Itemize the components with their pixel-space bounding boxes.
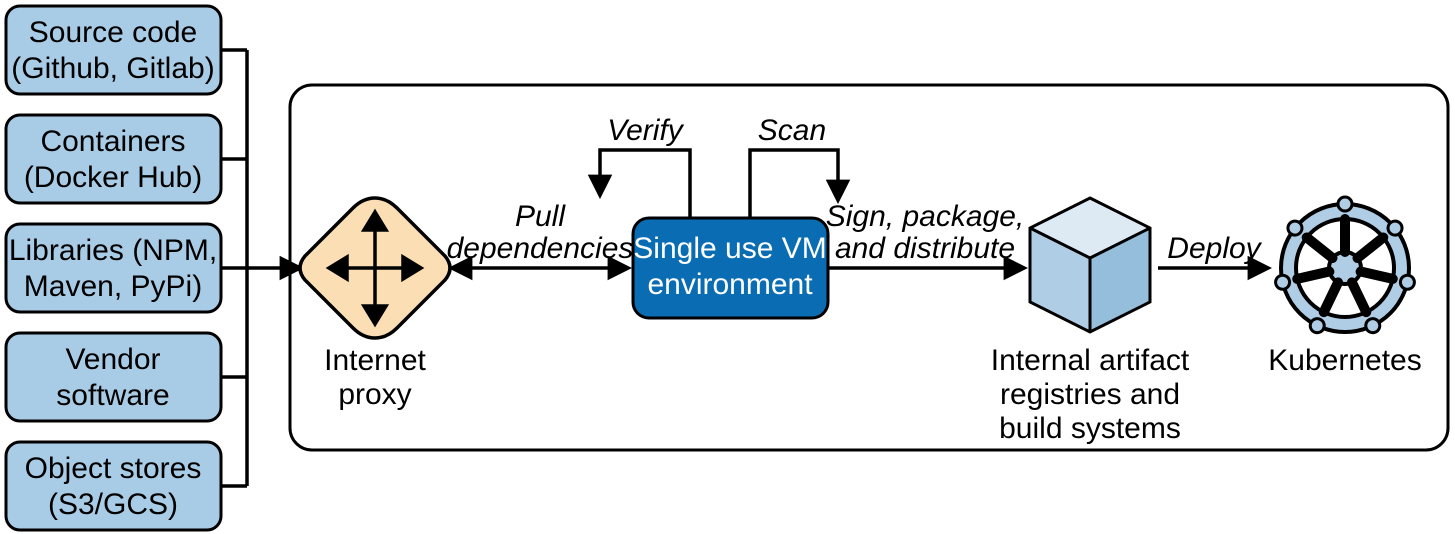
registry-label-1: Internal artifact — [991, 344, 1190, 377]
artifact-cube: Internal artifact registries and build s… — [991, 198, 1190, 445]
k8s-label: Kubernetes — [1268, 344, 1421, 377]
kubernetes-wheel-icon — [1274, 197, 1416, 335]
verify-loop: Verify — [600, 114, 690, 218]
deploy-label: Deploy — [1167, 232, 1262, 265]
registry-label-3: build systems — [999, 412, 1181, 445]
source-box: Libraries (NPM, Maven, PyPi) — [6, 224, 221, 312]
source-label-line1: Libraries (NPM, — [9, 234, 217, 267]
source-label-line2: (S3/GCS) — [48, 488, 178, 521]
source-label-line2: (Github, Gitlab) — [11, 52, 214, 85]
registry-label-2: registries and — [1000, 378, 1180, 411]
pull-label-1: Pull — [515, 200, 566, 233]
source-label-line2: (Docker Hub) — [24, 161, 202, 194]
sign-label-2: and distribute — [835, 232, 1015, 265]
proxy-label-2: proxy — [338, 378, 411, 411]
scan-label: Scan — [758, 114, 826, 147]
source-label-line1: Vendor — [65, 343, 160, 376]
vm-label-2: environment — [647, 268, 813, 301]
vm-label-1: Single use VM — [633, 232, 826, 265]
vm-box: Single use VM environment — [633, 218, 828, 318]
source-box: Object stores (S3/GCS) — [6, 442, 221, 530]
source-label-line1: Source code — [29, 16, 197, 49]
source-box: Vendor software — [6, 333, 221, 421]
source-boxes: Source code (Github, Gitlab) Containers … — [6, 6, 221, 530]
proxy-label-1: Internet — [324, 344, 426, 377]
pull-label-2: dependencies — [447, 232, 634, 265]
internet-proxy: Internet proxy — [300, 198, 450, 411]
bracket-connector — [221, 50, 300, 486]
source-box: Source code (Github, Gitlab) — [6, 6, 221, 94]
sign-label-1: Sign, package, — [826, 200, 1024, 233]
source-label-line2: Maven, PyPi) — [24, 270, 202, 303]
source-label-line1: Object stores — [25, 452, 202, 485]
source-label-line1: Containers — [40, 125, 185, 158]
verify-label: Verify — [607, 114, 685, 147]
source-label-line2: software — [56, 379, 169, 412]
source-box: Containers (Docker Hub) — [6, 115, 221, 203]
